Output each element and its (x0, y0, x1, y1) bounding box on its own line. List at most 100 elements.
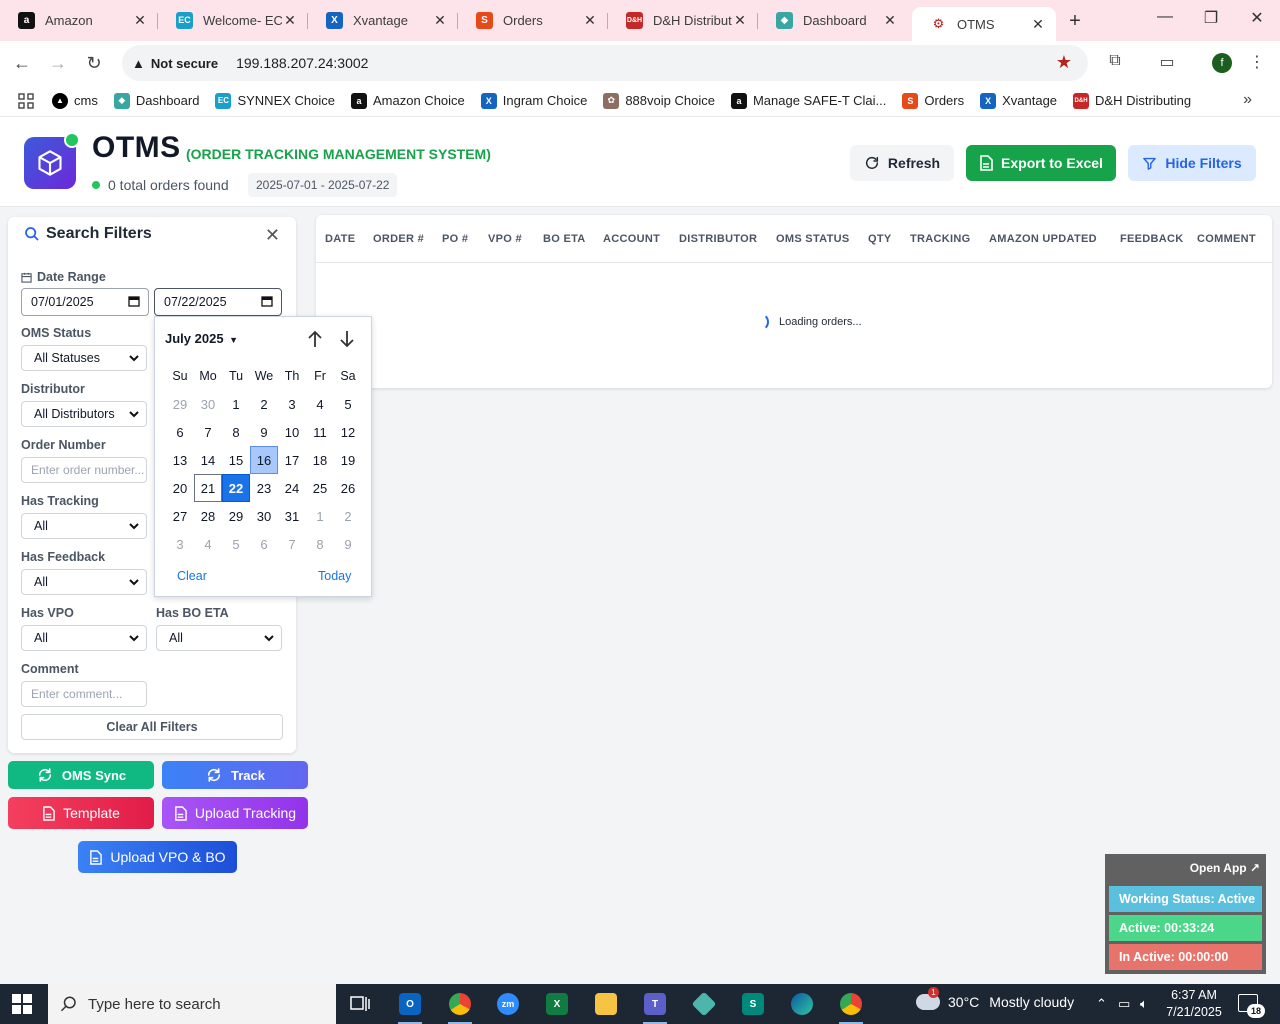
window-close-icon[interactable]: ✕ (1242, 8, 1272, 28)
calendar-day[interactable]: 29 (166, 390, 194, 418)
close-filters-icon[interactable]: ✕ (265, 225, 280, 246)
export-excel-button[interactable]: Export to Excel (966, 145, 1116, 181)
minimize-icon[interactable]: — (1150, 8, 1180, 26)
extensions-icon[interactable]: ⧉ (1104, 52, 1126, 74)
calendar-day[interactable]: 26 (334, 474, 362, 502)
column-header-tracking[interactable]: TRACKING (910, 233, 970, 245)
bookmark-orders[interactable]: S Orders (902, 92, 964, 109)
calendar-day[interactable]: 2 (250, 390, 278, 418)
calendar-day[interactable]: 8 (222, 418, 250, 446)
chevron-up-icon[interactable]: ⌃ (1096, 996, 1107, 1012)
profile-avatar[interactable]: f (1212, 53, 1232, 73)
zoom-icon[interactable]: zm (488, 989, 528, 1019)
calendar-day[interactable]: 20 (166, 474, 194, 502)
calendar-day[interactable]: 7 (194, 418, 222, 446)
menu-kebab-icon[interactable]: ⋮ (1246, 52, 1268, 74)
calendar-day[interactable]: 29 (222, 502, 250, 530)
oms-status-select[interactable]: All Statuses (21, 345, 147, 371)
taskbar-search-input[interactable]: Type here to search (48, 984, 336, 1024)
back-icon[interactable]: ← (10, 51, 34, 75)
column-header-oms-status[interactable]: OMS STATUS (776, 233, 849, 245)
calendar-day[interactable]: 16 (250, 446, 278, 474)
close-icon[interactable]: ✕ (882, 12, 898, 29)
has-bo-eta-select[interactable]: All (156, 625, 282, 651)
tab-xvantage[interactable]: X Xvantage ✕ (308, 5, 458, 35)
template-button[interactable]: Template (8, 797, 154, 829)
column-header-amazon-updated[interactable]: AMAZON UPDATED (989, 233, 1097, 245)
calendar-day[interactable]: 12 (334, 418, 362, 446)
edge-icon[interactable] (782, 989, 822, 1019)
calendar-day[interactable]: 15 (222, 446, 250, 474)
outlook-icon[interactable]: O (390, 989, 430, 1024)
tab-amazon[interactable]: a Amazon ✕ (0, 5, 158, 35)
tab-orders[interactable]: S Orders ✕ (458, 5, 608, 35)
tab-otms[interactable]: ⚙ OTMS ✕ (912, 7, 1056, 41)
open-app-link[interactable]: Open App ↗ (1190, 861, 1260, 875)
has-vpo-select[interactable]: All (21, 625, 147, 651)
forward-icon[interactable]: → (46, 51, 70, 75)
calendar-day-selected[interactable]: 22 (222, 474, 250, 502)
order-number-input[interactable]: Enter order number... (21, 457, 147, 483)
bookmark-amazon-choice[interactable]: a Amazon Choice (351, 92, 465, 109)
app-diamond-icon[interactable] (684, 989, 724, 1019)
close-icon[interactable]: ✕ (1030, 16, 1046, 33)
calendar-day[interactable]: 23 (250, 474, 278, 502)
close-icon[interactable]: ✕ (432, 12, 448, 29)
task-view-icon[interactable] (340, 989, 380, 1019)
tab-search-icon[interactable]: ▭ (1156, 52, 1178, 74)
calendar-day[interactable]: 2 (334, 502, 362, 530)
date-to-input[interactable]: 07/22/2025 (154, 288, 282, 316)
refresh-button[interactable]: Refresh (850, 145, 954, 181)
volume-icon[interactable]: 🔈︎ (1140, 996, 1148, 1012)
oms-sync-button[interactable]: OMS Sync (8, 761, 154, 789)
calendar-day[interactable]: 19 (334, 446, 362, 474)
chrome-profile-icon[interactable] (831, 989, 871, 1024)
bookmark-cms[interactable]: ▲ cms (52, 92, 98, 109)
close-icon[interactable]: ✕ (132, 12, 148, 29)
next-month-arrow-down-icon[interactable] (337, 329, 357, 349)
column-header-date[interactable]: DATE (325, 233, 355, 245)
calendar-day[interactable]: 9 (334, 530, 362, 558)
upload-tracking-button[interactable]: Upload Tracking (162, 797, 308, 829)
calendar-today-button[interactable]: Today (318, 569, 351, 583)
calendar-clear-button[interactable]: Clear (177, 569, 207, 583)
calendar-day[interactable]: 10 (278, 418, 306, 446)
calendar-icon[interactable] (261, 295, 273, 307)
tab-dh-distributing[interactable]: D&H D&H Distributi ✕ (608, 5, 758, 35)
calendar-day[interactable]: 30 (250, 502, 278, 530)
close-icon[interactable]: ✕ (582, 12, 598, 29)
calendar-day[interactable]: 28 (194, 502, 222, 530)
calendar-day-today[interactable]: 21 (194, 474, 222, 502)
hide-filters-button[interactable]: Hide Filters (1128, 145, 1256, 181)
calendar-day[interactable]: 1 (222, 390, 250, 418)
network-icon[interactable]: ▭ (1118, 996, 1130, 1012)
calendar-day[interactable]: 8 (306, 530, 334, 558)
track-button[interactable]: Track (162, 761, 308, 789)
has-feedback-select[interactable]: All (21, 569, 147, 595)
calendar-day[interactable]: 18 (306, 446, 334, 474)
clear-all-filters-button[interactable]: Clear All Filters (21, 714, 283, 740)
apps-grid-icon[interactable] (18, 92, 34, 109)
column-header-comment[interactable]: COMMENT (1197, 233, 1256, 245)
calendar-day[interactable]: 7 (278, 530, 306, 558)
calendar-day[interactable]: 9 (250, 418, 278, 446)
restore-icon[interactable]: ❐ (1196, 8, 1226, 28)
distributor-select[interactable]: All Distributors (21, 401, 147, 427)
calendar-day[interactable]: 4 (306, 390, 334, 418)
date-from-input[interactable]: 07/01/2025 (21, 288, 149, 316)
column-header-account[interactable]: ACCOUNT (603, 233, 660, 245)
bookmark-manage-safe-t[interactable]: a Manage SAFE-T Clai... (730, 92, 886, 109)
calendar-day[interactable]: 4 (194, 530, 222, 558)
calendar-day[interactable]: 30 (194, 390, 222, 418)
calendar-icon[interactable] (128, 295, 140, 307)
weather-widget[interactable]: 1 30°C Mostly cloudy (916, 987, 1074, 1010)
column-header-bo-eta[interactable]: BO ETA (543, 233, 586, 245)
calendar-day[interactable]: 24 (278, 474, 306, 502)
bookmark-dashboard[interactable]: ◆ Dashboard (113, 92, 199, 109)
teams-icon[interactable]: T (635, 989, 675, 1024)
calendar-day[interactable]: 3 (166, 530, 194, 558)
calendar-day[interactable]: 17 (278, 446, 306, 474)
app-s-icon[interactable]: S (733, 989, 773, 1019)
new-tab-icon[interactable]: + (1064, 10, 1086, 33)
bookmark-ingram-choice[interactable]: X Ingram Choice (480, 92, 587, 109)
